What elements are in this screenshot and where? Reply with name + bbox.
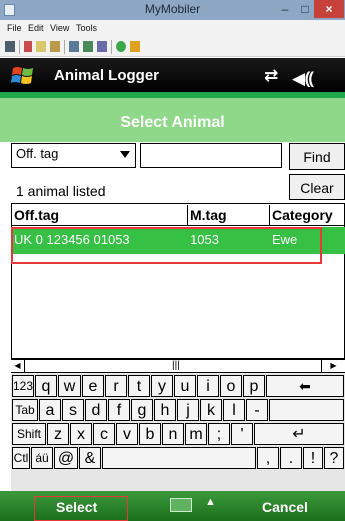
keyboard-icon[interactable] <box>170 498 192 512</box>
column-header-off-tag[interactable]: Off.tag <box>12 205 188 225</box>
key-a[interactable]: a <box>39 399 61 421</box>
key-l[interactable]: l <box>223 399 245 421</box>
key-f[interactable]: f <box>108 399 130 421</box>
key-tab[interactable]: Tab <box>12 399 38 421</box>
host-menu-bar: File Edit View Tools <box>0 20 345 37</box>
key-k[interactable]: k <box>200 399 222 421</box>
toolbar-separator <box>64 40 65 54</box>
key-exclamation[interactable]: ! <box>303 447 323 469</box>
key-y[interactable]: y <box>151 375 173 397</box>
volume-icon[interactable]: ◀⸨ <box>292 66 314 89</box>
on-screen-keyboard: 123 q w e r t y u i o p ⬅ Tab a s d f g … <box>11 373 345 491</box>
key-blank[interactable] <box>269 399 344 421</box>
key-h[interactable]: h <box>154 399 176 421</box>
chevron-down-icon[interactable] <box>120 151 130 158</box>
scroll-left-icon[interactable]: ◀ <box>11 359 25 373</box>
copy-icon[interactable] <box>36 41 46 52</box>
key-shift[interactable]: Shift <box>12 423 46 445</box>
menu-view[interactable]: View <box>50 23 69 33</box>
key-ampersand[interactable]: & <box>79 447 101 469</box>
key-x[interactable]: x <box>70 423 92 445</box>
cancel-softkey[interactable]: Cancel <box>262 499 308 515</box>
key-z[interactable]: z <box>47 423 69 445</box>
row-highlight-annotation <box>11 227 322 264</box>
key-d[interactable]: d <box>85 399 107 421</box>
key-i[interactable]: i <box>197 375 219 397</box>
device-icon[interactable] <box>5 41 15 52</box>
backspace-key[interactable]: ⬅ <box>266 375 344 397</box>
key-r[interactable]: r <box>105 375 127 397</box>
key-c[interactable]: c <box>93 423 115 445</box>
key-dash[interactable]: - <box>246 399 268 421</box>
refresh-icon[interactable] <box>116 41 126 52</box>
key-period[interactable]: . <box>280 447 302 469</box>
host-toolbar <box>0 37 345 57</box>
key-ctl[interactable]: Ctl <box>12 447 30 469</box>
file-transfer-icon[interactable] <box>69 41 79 52</box>
column-header-m-tag[interactable]: M.tag <box>188 205 270 225</box>
filter-dropdown[interactable]: Off. tag <box>11 143 136 168</box>
key-accents[interactable]: áü <box>31 447 53 469</box>
key-w[interactable]: w <box>58 375 81 397</box>
menu-file[interactable]: File <box>7 23 22 33</box>
key-q[interactable]: q <box>35 375 57 397</box>
key-semicolon[interactable]: ; <box>208 423 230 445</box>
find-button[interactable]: Find <box>289 143 345 170</box>
key-question[interactable]: ? <box>324 447 344 469</box>
animal-count: 1 animal listed <box>16 183 106 199</box>
minimize-button[interactable]: – <box>276 0 294 18</box>
key-m[interactable]: m <box>185 423 207 445</box>
menu-edit[interactable]: Edit <box>28 23 44 33</box>
cut-icon[interactable] <box>24 41 32 52</box>
key-apostrophe[interactable]: ' <box>231 423 253 445</box>
space-key[interactable] <box>102 447 256 469</box>
toolbar-separator <box>111 40 112 54</box>
column-header-category[interactable]: Category <box>270 205 345 225</box>
key-g[interactable]: g <box>131 399 153 421</box>
key-v[interactable]: v <box>116 423 138 445</box>
file-transfer-icon[interactable] <box>83 41 93 52</box>
plugin-icon[interactable] <box>130 41 140 52</box>
section-title: Select Animal <box>0 98 345 142</box>
paste-icon[interactable] <box>50 41 60 52</box>
scroll-right-icon[interactable]: ▶ <box>321 359 345 373</box>
app-title: Animal Logger <box>54 67 160 84</box>
scroll-thumb-icon[interactable]: ||| <box>172 359 180 372</box>
key-e[interactable]: e <box>82 375 104 397</box>
close-button[interactable]: × <box>314 0 344 18</box>
toolbar-separator <box>19 40 20 54</box>
menu-tools[interactable]: Tools <box>76 23 97 33</box>
chevron-up-icon[interactable]: ▲ <box>205 496 216 508</box>
select-highlight-annotation <box>34 496 128 521</box>
key-s[interactable]: s <box>62 399 84 421</box>
search-input[interactable] <box>140 143 282 168</box>
host-title-bar: MyMobiler – □ × <box>0 0 345 20</box>
key-o[interactable]: o <box>220 375 242 397</box>
key-comma[interactable]: , <box>257 447 279 469</box>
key-at[interactable]: @ <box>54 447 78 469</box>
key-j[interactable]: j <box>177 399 199 421</box>
key-123[interactable]: 123 <box>12 375 34 397</box>
maximize-button[interactable]: □ <box>296 0 314 18</box>
header-divider <box>12 225 345 226</box>
key-u[interactable]: u <box>174 375 196 397</box>
enter-key[interactable]: ↵ <box>254 423 344 445</box>
clear-button[interactable]: Clear <box>289 174 345 200</box>
windows-start-icon[interactable] <box>10 64 38 88</box>
key-t[interactable]: t <box>128 375 150 397</box>
connectivity-icon[interactable]: ⇄ <box>264 66 278 86</box>
key-n[interactable]: n <box>162 423 184 445</box>
key-b[interactable]: b <box>139 423 161 445</box>
key-p[interactable]: p <box>243 375 265 397</box>
file-transfer-icon[interactable] <box>97 41 107 52</box>
